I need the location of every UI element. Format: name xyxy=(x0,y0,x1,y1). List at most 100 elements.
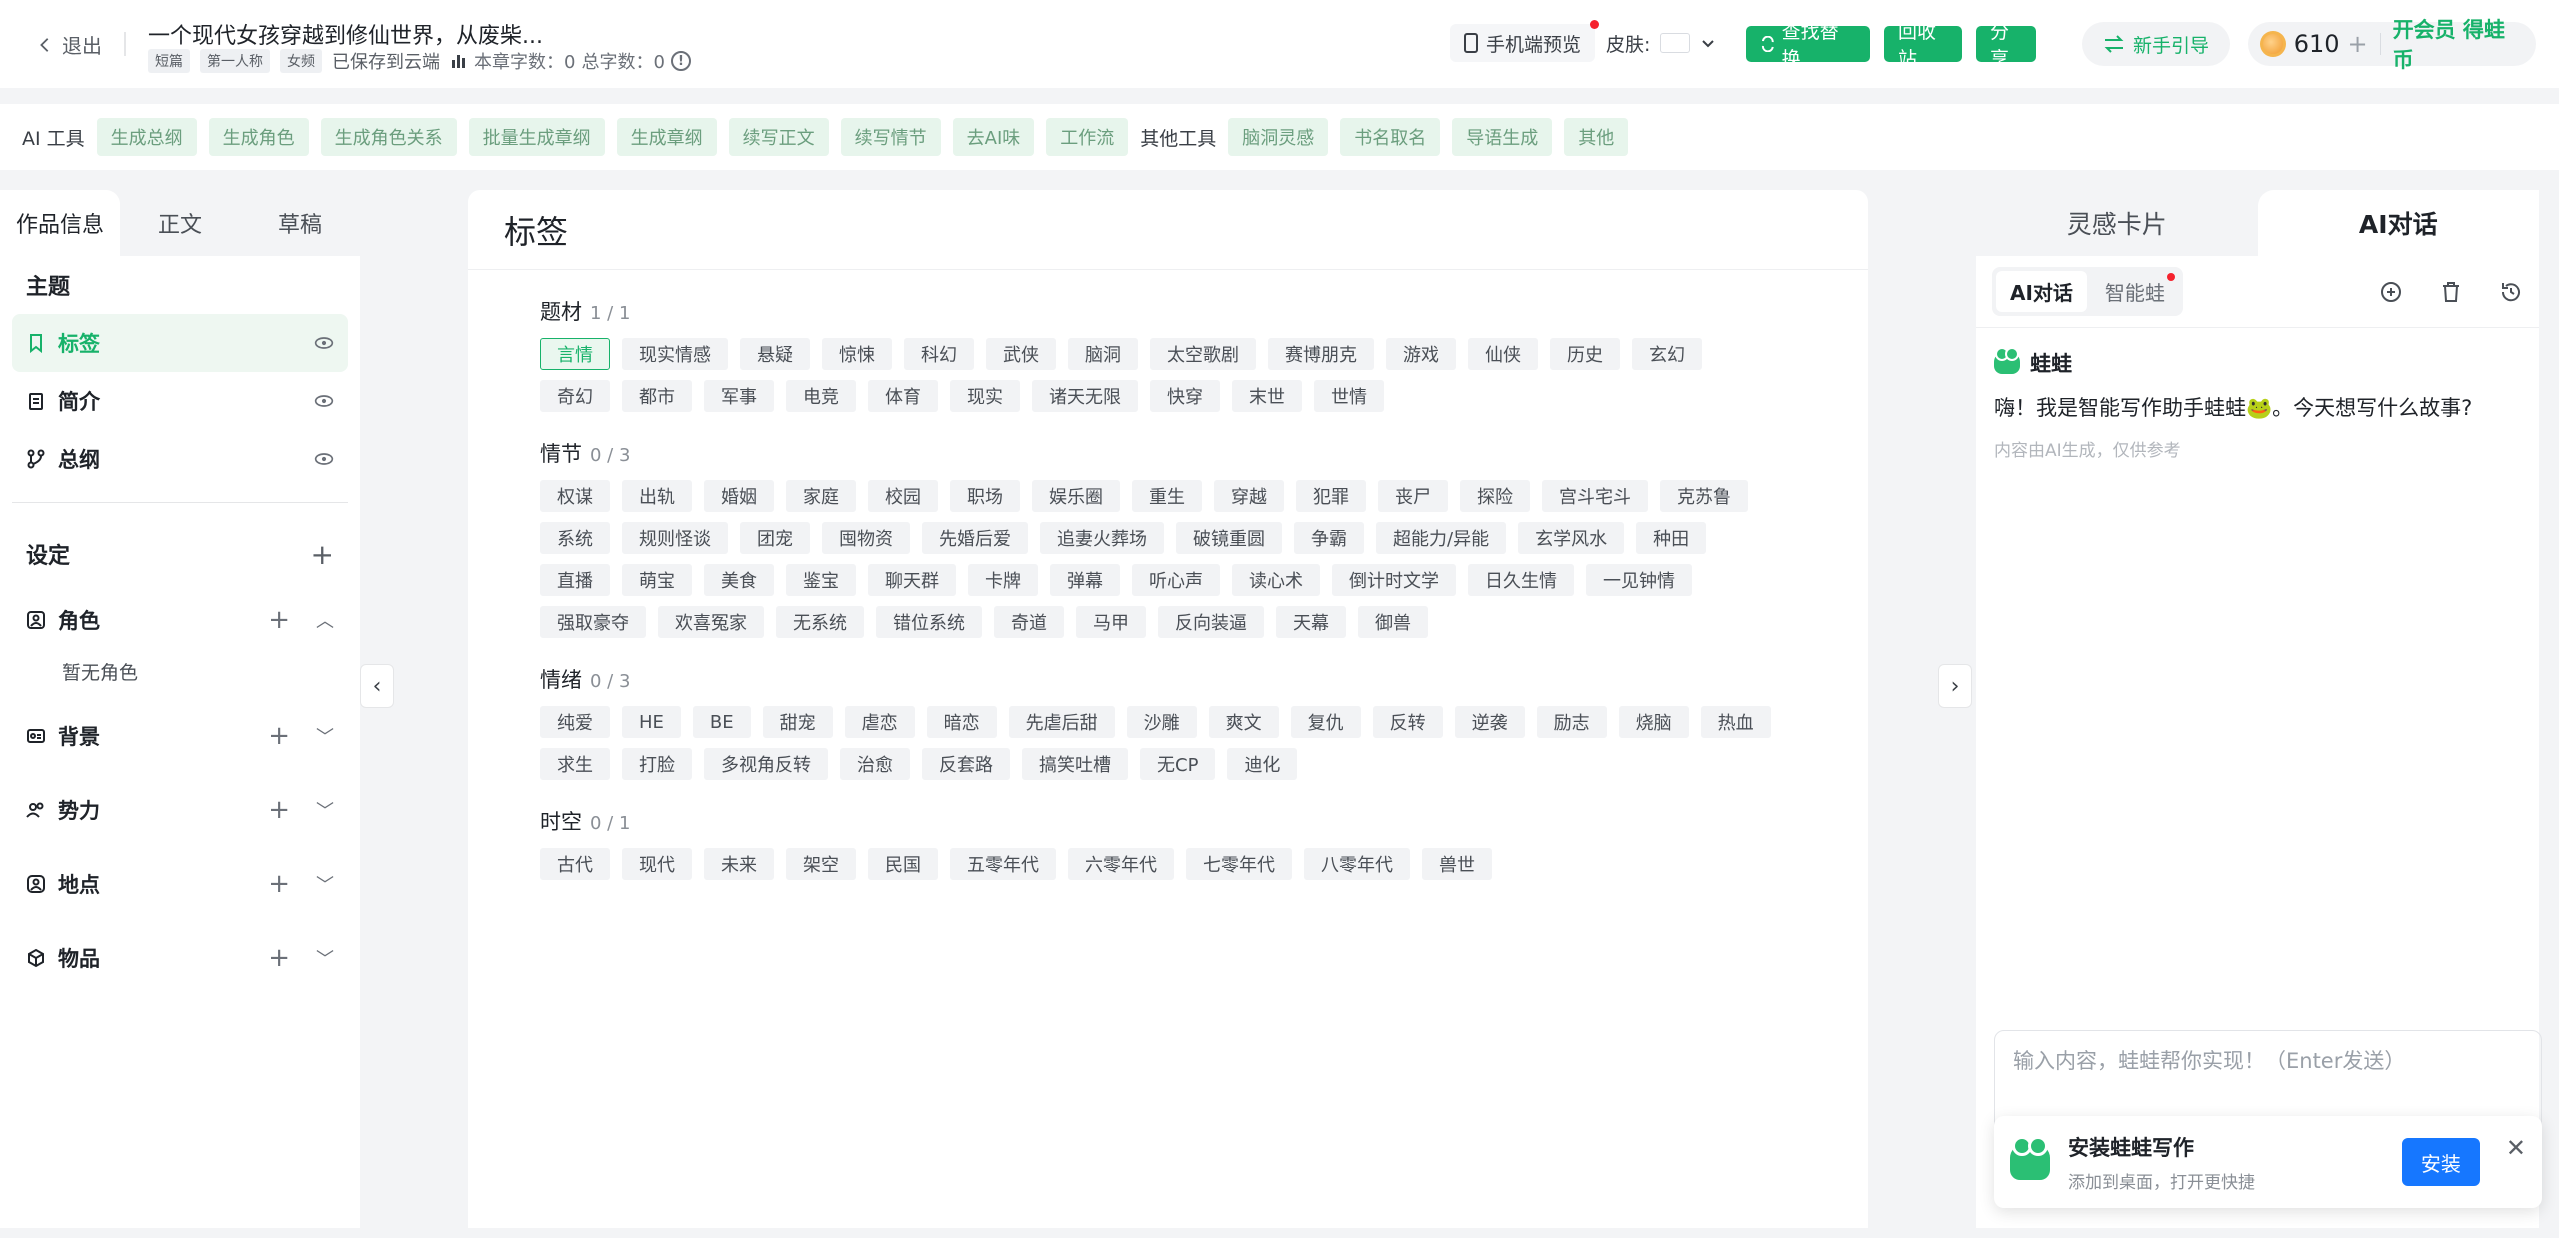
group-places[interactable]: 地点 + ﹀ xyxy=(12,855,348,913)
tag-chip[interactable]: 言情 xyxy=(540,338,610,370)
tag-chip[interactable]: 职场 xyxy=(950,480,1020,512)
mobile-preview-button[interactable]: 手机端预览 xyxy=(1450,20,1600,62)
tag-chip[interactable]: 民国 xyxy=(868,848,938,880)
tag-chip[interactable]: 听心声 xyxy=(1132,564,1220,596)
tag-chip[interactable]: 团宠 xyxy=(740,522,810,554)
tag-chip[interactable]: 欢喜冤家 xyxy=(658,606,764,638)
tag-chip[interactable]: 末世 xyxy=(1232,380,1302,412)
tag-chip[interactable]: 反套路 xyxy=(922,748,1010,780)
tag-chip[interactable]: 科幻 xyxy=(904,338,974,370)
eye-icon[interactable] xyxy=(314,449,334,469)
tag-chip[interactable]: 反转 xyxy=(1372,706,1443,738)
add-role-button[interactable]: + xyxy=(268,605,290,635)
tag-chip[interactable]: 弹幕 xyxy=(1050,564,1120,596)
nav-tags[interactable]: 标签 xyxy=(12,314,348,372)
chevron-down-icon[interactable]: ﹀ xyxy=(316,945,334,971)
tag-chip[interactable]: 热血 xyxy=(1700,706,1771,738)
tag-chip[interactable]: 未来 xyxy=(704,848,774,880)
tool-brainstorm[interactable]: 脑洞灵感 xyxy=(1228,118,1329,156)
tag-chip[interactable]: 快穿 xyxy=(1150,380,1220,412)
tag-chip[interactable]: 历史 xyxy=(1550,338,1620,370)
tool-generate-relations[interactable]: 生成角色关系 xyxy=(320,118,457,156)
add-setting-button[interactable]: + xyxy=(311,538,334,571)
tag-chip[interactable]: 悬疑 xyxy=(740,338,810,370)
tag-chip[interactable]: 纯爱 xyxy=(540,706,610,738)
tag-chip[interactable]: 反向装逼 xyxy=(1158,606,1264,638)
history-icon[interactable] xyxy=(2499,280,2523,304)
work-title[interactable]: 一个现代女孩穿越到修仙世界，从废柴... xyxy=(148,18,543,50)
eye-icon[interactable] xyxy=(314,333,334,353)
tag-chip[interactable]: 先婚后爱 xyxy=(922,522,1028,554)
tag-chip[interactable]: 现实 xyxy=(950,380,1020,412)
tag-chip[interactable]: 读心术 xyxy=(1232,564,1320,596)
tag-chip[interactable]: 破镜重圆 xyxy=(1176,522,1282,554)
tag-chip[interactable]: 鉴宝 xyxy=(786,564,856,596)
tag-chip[interactable]: 太空歌剧 xyxy=(1150,338,1256,370)
group-items[interactable]: 物品 + ﹀ xyxy=(12,929,348,987)
tab-inspiration-cards[interactable]: 灵感卡片 xyxy=(1976,190,2258,256)
tag-chip[interactable]: 武侠 xyxy=(986,338,1056,370)
tag-chip[interactable]: 种田 xyxy=(1636,522,1707,554)
tag-chip[interactable]: 虐恋 xyxy=(844,706,915,738)
tag-chip[interactable]: 系统 xyxy=(540,522,610,554)
tag-chip[interactable]: 倒计时文学 xyxy=(1332,564,1456,596)
tab-work-info[interactable]: 作品信息 xyxy=(0,190,120,256)
tag-chip[interactable]: 家庭 xyxy=(786,480,856,512)
tag-chip[interactable]: 玄幻 xyxy=(1632,338,1702,370)
add-force-button[interactable]: + xyxy=(268,795,290,825)
tag-chip[interactable]: 天幕 xyxy=(1276,606,1346,638)
trash-icon[interactable] xyxy=(2439,280,2463,304)
tag-chip[interactable]: 现实情感 xyxy=(622,338,728,370)
tag-chip[interactable]: 克苏鲁 xyxy=(1660,480,1748,512)
tag-chip[interactable]: 探险 xyxy=(1460,480,1530,512)
tag-chip[interactable]: 五零年代 xyxy=(950,848,1056,880)
tag-chip[interactable]: 奇道 xyxy=(994,606,1064,638)
tag-chip[interactable]: 暗恋 xyxy=(926,706,997,738)
tag-chip[interactable]: 沙雕 xyxy=(1126,706,1197,738)
tab-draft[interactable]: 草稿 xyxy=(240,190,360,256)
tag-chip[interactable]: 多视角反转 xyxy=(704,748,828,780)
tag-chip[interactable]: 直播 xyxy=(540,564,610,596)
tag-chip[interactable]: 烧脑 xyxy=(1618,706,1689,738)
tag-chip[interactable]: 一见钟情 xyxy=(1586,564,1692,596)
exit-button[interactable]: 退出 xyxy=(36,30,102,59)
tag-chip[interactable]: 都市 xyxy=(622,380,692,412)
tool-generate-character[interactable]: 生成角色 xyxy=(208,118,309,156)
tag-chip[interactable]: HE xyxy=(622,706,681,738)
chevron-down-icon[interactable]: ﹀ xyxy=(316,723,334,749)
tag-chip[interactable]: 求生 xyxy=(540,748,610,780)
tag-chip[interactable]: 甜宠 xyxy=(762,706,833,738)
tag-chip[interactable]: 错位系统 xyxy=(876,606,982,638)
tool-continue-plot[interactable]: 续写情节 xyxy=(840,118,941,156)
tag-chip[interactable]: 电竞 xyxy=(786,380,856,412)
tag-chip[interactable]: 七零年代 xyxy=(1186,848,1292,880)
tag-chip[interactable]: 仙侠 xyxy=(1468,338,1538,370)
tag-chip[interactable]: 兽世 xyxy=(1422,848,1492,880)
tab-body[interactable]: 正文 xyxy=(120,190,240,256)
tag-chip[interactable]: 出轨 xyxy=(622,480,692,512)
tag-chip[interactable]: 强取豪夺 xyxy=(540,606,646,638)
skin-select[interactable]: 皮肤: xyxy=(1606,24,1716,62)
tag-chip[interactable]: 军事 xyxy=(704,380,774,412)
tag-chip[interactable]: 游戏 xyxy=(1386,338,1456,370)
chevron-down-icon[interactable]: ﹀ xyxy=(316,797,334,823)
tag-chip[interactable]: 日久生情 xyxy=(1468,564,1574,596)
tag-chip[interactable]: 萌宝 xyxy=(622,564,692,596)
tag-chip[interactable]: 犯罪 xyxy=(1296,480,1366,512)
nav-intro[interactable]: 简介 xyxy=(12,372,348,430)
close-icon[interactable]: ✕ xyxy=(2506,1134,2526,1162)
chevron-down-icon[interactable]: ﹀ xyxy=(316,871,334,897)
new-chat-icon[interactable] xyxy=(2379,280,2403,304)
tag-chip[interactable]: 赛博朋克 xyxy=(1268,338,1374,370)
tag-chip[interactable]: 马甲 xyxy=(1076,606,1146,638)
tag-chip[interactable]: 六零年代 xyxy=(1068,848,1174,880)
tag-chip[interactable]: 奇幻 xyxy=(540,380,610,412)
tag-chip[interactable]: 校园 xyxy=(868,480,938,512)
tag-chip[interactable]: 聊天群 xyxy=(868,564,956,596)
share-button[interactable]: 分享 xyxy=(1976,21,2036,70)
tag-chip[interactable]: BE xyxy=(692,706,751,738)
tool-generate-outline[interactable]: 生成总纲 xyxy=(96,118,197,156)
tag-chip[interactable]: 复仇 xyxy=(1290,706,1361,738)
tag-chip[interactable]: 古代 xyxy=(540,848,610,880)
tag-chip[interactable]: 励志 xyxy=(1536,706,1607,738)
